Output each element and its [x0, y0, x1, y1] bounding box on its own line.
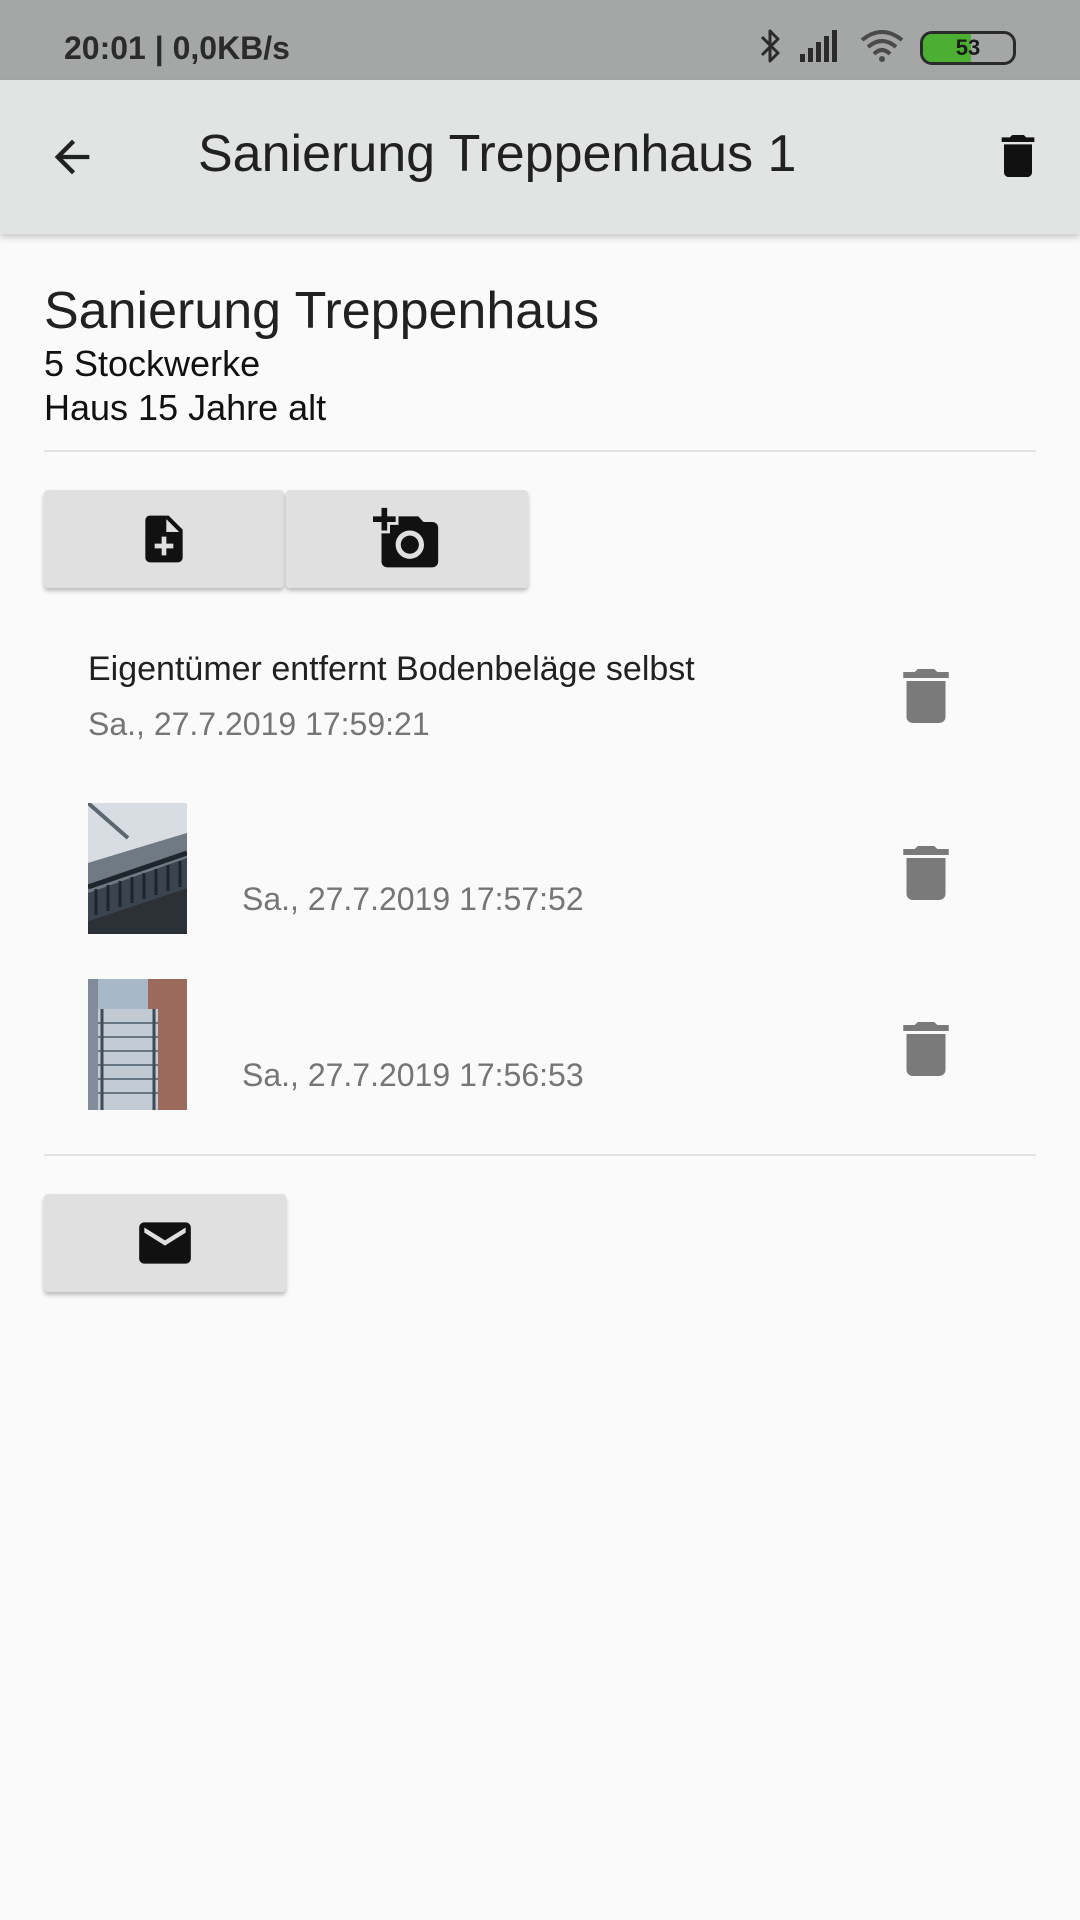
delete-icon — [1001, 135, 1035, 177]
status-bar: 20:01 | 0,0KB/s 53 — [0, 0, 1080, 80]
status-time: 20:01 | 0,0KB/s — [64, 30, 290, 66]
delete-entry-button[interactable] — [900, 843, 952, 903]
app-bar-title: Sanierung Treppenhaus 1 — [198, 125, 797, 183]
delete-icon — [903, 669, 949, 723]
wifi-icon — [860, 29, 904, 67]
entry-date: Sa., 27.7.2019 17:57:52 — [242, 881, 584, 917]
project-detail-floors: 5 Stockwerke — [44, 343, 261, 384]
entry-date: Sa., 27.7.2019 17:59:21 — [88, 706, 430, 742]
delete-entry-button[interactable] — [900, 666, 952, 726]
project-title: Sanierung Treppenhaus — [44, 282, 600, 340]
delete-project-button[interactable] — [986, 124, 1050, 188]
delete-icon — [903, 1022, 949, 1076]
email-icon — [139, 1222, 191, 1264]
photo-thumbnail[interactable] — [88, 979, 187, 1110]
project-detail-age: Haus 15 Jahre alt — [44, 387, 327, 428]
back-button[interactable] — [40, 125, 104, 189]
send-email-button[interactable] — [44, 1194, 286, 1292]
status-icons: 53 — [758, 26, 1016, 70]
list-item: Eigentümer entfernt Bodenbeläge selbst S… — [0, 650, 1080, 760]
battery-level: 53 — [955, 35, 981, 60]
add-a-photo-icon — [373, 507, 439, 568]
project-header: Sanierung Treppenhaus 5 Stockwerke Haus … — [44, 280, 599, 430]
arrow-back-icon — [54, 139, 90, 175]
divider-top — [44, 450, 1036, 452]
bluetooth-icon — [758, 26, 784, 71]
entry-date: Sa., 27.7.2019 17:56:53 — [242, 1057, 584, 1093]
delete-icon — [903, 846, 949, 900]
signal-icon — [800, 29, 844, 67]
entry-text: Eigentümer entfernt Bodenbeläge selbst — [88, 650, 695, 688]
note-add-icon — [145, 515, 183, 563]
add-note-button[interactable] — [44, 490, 284, 588]
list-item: Sa., 27.7.2019 17:56:53 — [0, 979, 1080, 1110]
add-photo-button[interactable] — [286, 490, 528, 588]
delete-entry-button[interactable] — [900, 1019, 952, 1079]
photo-thumbnail[interactable] — [88, 803, 187, 934]
battery-icon: 53 — [920, 31, 1016, 65]
divider-bottom — [44, 1154, 1036, 1156]
app-bar: Sanierung Treppenhaus 1 — [0, 80, 1080, 234]
list-item: Sa., 27.7.2019 17:57:52 — [0, 803, 1080, 934]
